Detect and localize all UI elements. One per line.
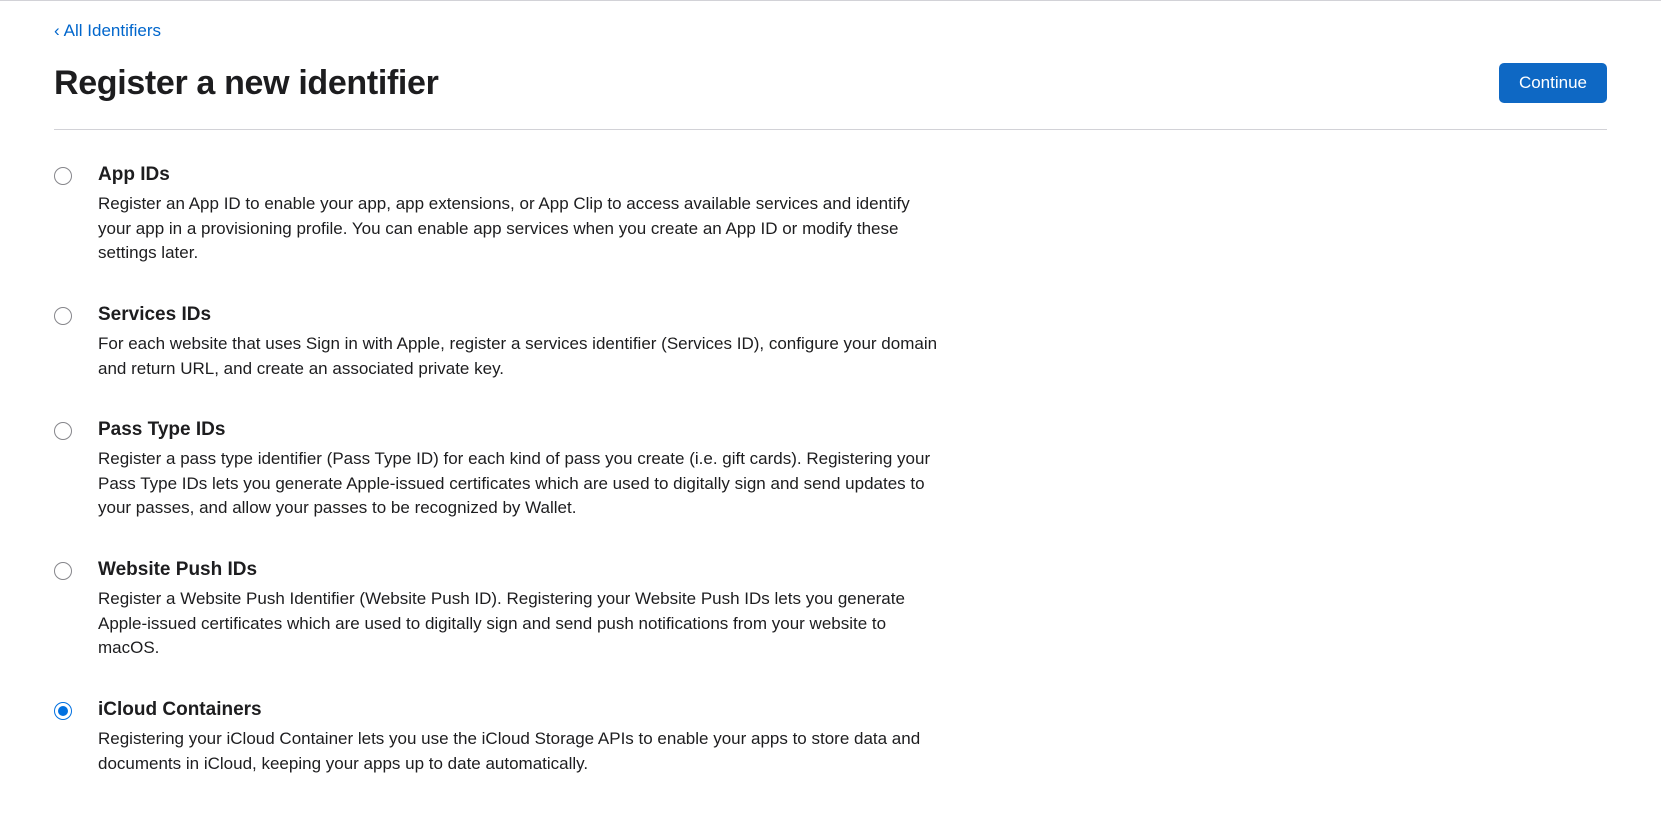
option-title: Website Push IDs xyxy=(98,559,1014,581)
option-description: Register a Website Push Identifier (Webs… xyxy=(98,587,943,661)
option-title: App IDs xyxy=(98,164,1014,186)
option-title: Services IDs xyxy=(98,304,1014,326)
option-pass-type-ids: Pass Type IDs Register a pass type ident… xyxy=(54,419,1014,521)
chevron-left-icon: ‹ xyxy=(54,21,60,41)
option-icloud-containers: iCloud Containers Registering your iClou… xyxy=(54,699,1014,776)
identifier-type-list: App IDs Register an App ID to enable you… xyxy=(54,164,1014,776)
option-website-push-ids: Website Push IDs Register a Website Push… xyxy=(54,559,1014,661)
option-title: Pass Type IDs xyxy=(98,419,1014,441)
back-link-label: All Identifiers xyxy=(64,21,161,41)
option-services-ids: Services IDs For each website that uses … xyxy=(54,304,1014,381)
page-title: Register a new identifier xyxy=(54,64,439,103)
option-title: iCloud Containers xyxy=(98,699,1014,721)
radio-pass-type-ids[interactable] xyxy=(54,422,72,440)
option-description: For each website that uses Sign in with … xyxy=(98,332,943,381)
back-link[interactable]: ‹ All Identifiers xyxy=(54,21,161,41)
radio-app-ids[interactable] xyxy=(54,167,72,185)
option-description: Registering your iCloud Container lets y… xyxy=(98,727,943,776)
radio-icloud-containers[interactable] xyxy=(54,702,72,720)
continue-button[interactable]: Continue xyxy=(1499,63,1607,103)
option-description: Register an App ID to enable your app, a… xyxy=(98,192,943,266)
option-app-ids: App IDs Register an App ID to enable you… xyxy=(54,164,1014,266)
option-description: Register a pass type identifier (Pass Ty… xyxy=(98,447,943,521)
radio-website-push-ids[interactable] xyxy=(54,562,72,580)
page-header: Register a new identifier Continue xyxy=(54,63,1607,130)
radio-services-ids[interactable] xyxy=(54,307,72,325)
